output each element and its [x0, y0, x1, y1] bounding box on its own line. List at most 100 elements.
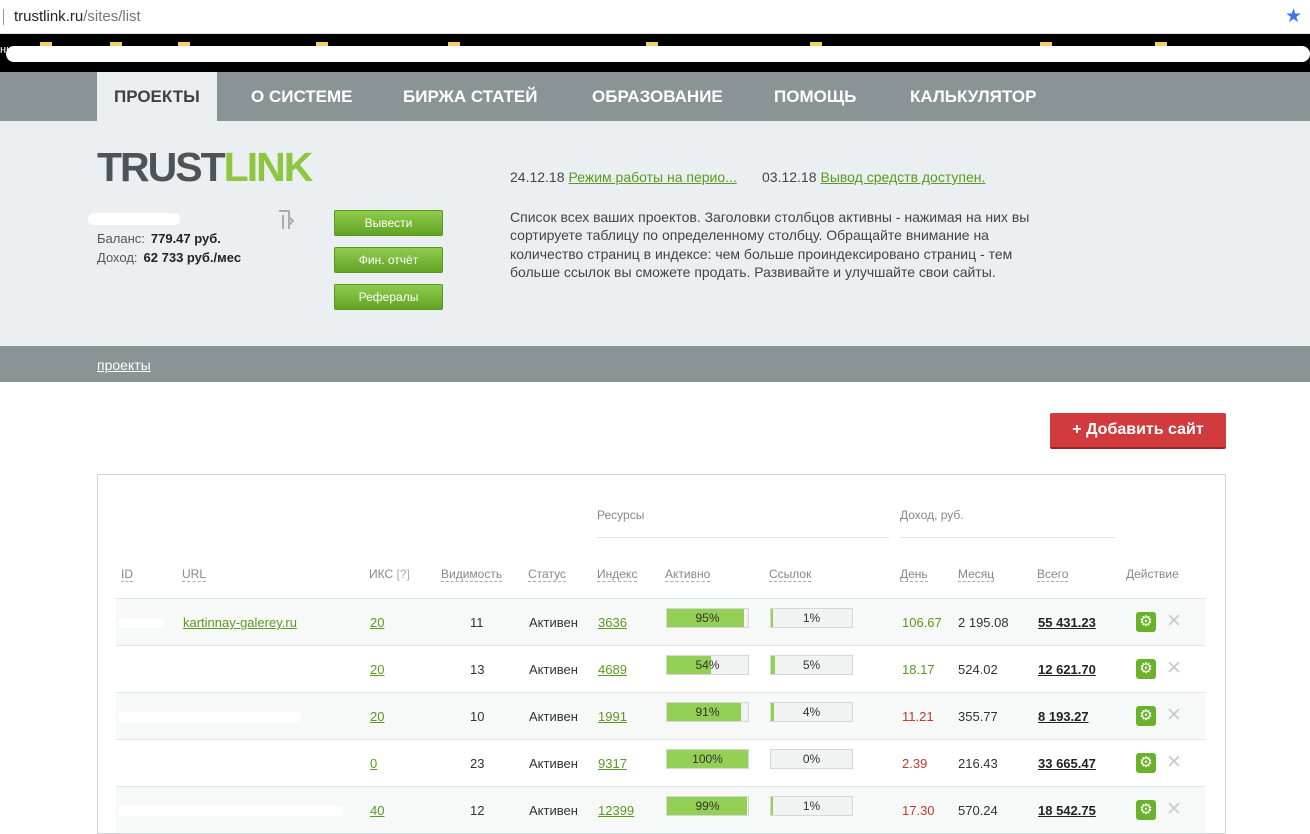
- nav-item-article-exchange[interactable]: БИРЖА СТАТЕЙ: [386, 72, 554, 121]
- total-income-link[interactable]: 18 542.75: [1038, 803, 1096, 818]
- nav-item-about[interactable]: О СИСТЕМЕ: [234, 72, 370, 121]
- visibility-value: 23: [470, 756, 485, 771]
- table-row: 0 23 Активен 9317 100% 0% 2.39 216.43 33…: [116, 739, 1206, 786]
- balance-value: 779.47 руб.: [150, 231, 221, 246]
- total-income-link[interactable]: 12 621.70: [1038, 662, 1096, 677]
- col-header-links[interactable]: Ссылок: [769, 567, 812, 582]
- table-row: 20 13 Активен 4689 54% 5% 18.17 524.02 1…: [116, 645, 1206, 692]
- group-header-resources: Ресурсы: [597, 508, 645, 522]
- active-progress: 95%: [666, 608, 749, 628]
- close-icon[interactable]: ✕: [1166, 751, 1182, 774]
- logout-icon[interactable]: [276, 209, 296, 231]
- url-redacted: [118, 665, 218, 675]
- balance-line: Баланс: 779.47 руб.: [97, 231, 221, 246]
- total-income-link[interactable]: 33 665.47: [1038, 756, 1096, 771]
- month-income: 355.77: [958, 709, 998, 724]
- nav-item-education[interactable]: ОБРАЗОВАНИЕ: [575, 72, 740, 121]
- index-link[interactable]: 1991: [598, 709, 627, 724]
- gear-icon[interactable]: ⚙: [1136, 706, 1156, 726]
- referrals-button[interactable]: Рефералы: [334, 284, 443, 310]
- group-divider: [597, 537, 889, 538]
- site-url-link[interactable]: kartinnay-galerey.ru: [183, 615, 297, 630]
- trustlink-logo[interactable]: TRUSTLINK: [97, 147, 313, 188]
- active-progress: 99%: [666, 796, 749, 816]
- col-header-day[interactable]: День: [900, 567, 928, 582]
- month-income: 2 195.08: [958, 615, 1009, 630]
- account-header: TRUSTLINK Баланс: 779.47 руб. Доход: 62 73…: [0, 121, 1310, 346]
- close-icon[interactable]: ✕: [1166, 610, 1182, 633]
- day-income: 17.30: [902, 803, 935, 818]
- url-redacted: [118, 712, 302, 722]
- col-header-id[interactable]: ID: [121, 567, 133, 582]
- index-link[interactable]: 12399: [598, 803, 634, 818]
- day-income: 2.39: [902, 756, 928, 771]
- total-income-link[interactable]: 55 431.23: [1038, 615, 1096, 630]
- news-item: 24.12.18 Режим работы на перио...: [510, 169, 737, 185]
- bookmarks-redaction: [6, 46, 1310, 62]
- news-link[interactable]: Вывод средств доступен.: [821, 169, 986, 185]
- nav-item-projects[interactable]: ПРОЕКТЫ: [97, 72, 217, 121]
- col-header-total[interactable]: Всего: [1037, 567, 1069, 582]
- status-value: Активен: [529, 756, 578, 771]
- month-income: 216.43: [958, 756, 998, 771]
- col-header-active[interactable]: Активно: [665, 567, 711, 582]
- fin-report-button[interactable]: Фин. отчёт: [334, 247, 443, 273]
- day-income: 11.21: [902, 709, 934, 724]
- gear-icon[interactable]: ⚙: [1136, 659, 1156, 679]
- links-progress: 0%: [770, 749, 853, 769]
- news-item: 03.12.18 Вывод средств доступен.: [762, 169, 986, 185]
- iks-link[interactable]: 20: [370, 615, 384, 630]
- visibility-value: 13: [470, 662, 485, 677]
- visibility-value: 12: [470, 803, 485, 818]
- index-link[interactable]: 4689: [598, 662, 627, 677]
- month-income: 524.02: [958, 662, 998, 677]
- iks-help-link[interactable]: [?]: [397, 567, 410, 581]
- url-text[interactable]: trustlink.ru/sites/list: [14, 8, 141, 25]
- col-header-status[interactable]: Статус: [528, 567, 566, 582]
- total-income-link[interactable]: 8 193.27: [1038, 709, 1089, 724]
- table-row: 20 10 Активен 1991 91% 4% 11.21 355.77 8…: [116, 692, 1206, 739]
- address-bar[interactable]: trustlink.ru/sites/list ★: [0, 0, 1310, 34]
- month-income: 570.24: [958, 803, 998, 818]
- status-value: Активен: [529, 662, 578, 677]
- index-link[interactable]: 9317: [598, 756, 627, 771]
- bookmark-star-icon[interactable]: ★: [1285, 5, 1302, 28]
- col-header-action: Действие: [1126, 567, 1179, 581]
- income-line: Доход: 62 733 руб./мес: [97, 250, 242, 265]
- address-bar-edge: [3, 9, 4, 25]
- gear-icon[interactable]: ⚙: [1136, 753, 1156, 773]
- col-header-index[interactable]: Индекс: [597, 567, 638, 582]
- gear-icon[interactable]: ⚙: [1136, 800, 1156, 820]
- day-income: 18.17: [902, 662, 935, 677]
- nav-item-calculator[interactable]: КАЛЬКУЛЯТОР: [893, 72, 1053, 121]
- links-progress: 1%: [770, 796, 853, 816]
- url-redacted: [118, 759, 268, 769]
- active-progress: 91%: [666, 702, 749, 722]
- income-value: 62 733 руб./мес: [143, 250, 242, 265]
- col-header-iks[interactable]: ИКС [?]: [369, 567, 410, 581]
- col-header-month[interactable]: Месяц: [958, 567, 995, 582]
- table-row: kartinnay-galerey.ru 20 11 Активен 3636 …: [116, 598, 1206, 645]
- add-site-button[interactable]: + Добавить сайт: [1050, 413, 1226, 449]
- group-divider: [900, 537, 1115, 538]
- news-link[interactable]: Режим работы на перио...: [569, 169, 737, 185]
- iks-link[interactable]: 0: [370, 756, 377, 771]
- id-redacted: [118, 618, 164, 628]
- close-icon[interactable]: ✕: [1166, 704, 1182, 727]
- nav-item-help[interactable]: ПОМОЩЬ: [757, 72, 873, 121]
- iks-link[interactable]: 40: [370, 803, 384, 818]
- close-icon[interactable]: ✕: [1166, 798, 1182, 821]
- iks-link[interactable]: 20: [370, 662, 384, 677]
- close-icon[interactable]: ✕: [1166, 657, 1182, 680]
- breadcrumb-projects[interactable]: проекты: [97, 357, 151, 373]
- col-header-url[interactable]: URL: [182, 567, 207, 582]
- index-link[interactable]: 3636: [598, 615, 627, 630]
- withdraw-button[interactable]: Вывести: [334, 210, 443, 236]
- day-income: 106.67: [902, 615, 942, 630]
- group-header-income: Доход, руб.: [900, 508, 964, 522]
- col-header-visibility[interactable]: Видимость: [441, 567, 503, 582]
- status-value: Активен: [529, 803, 578, 818]
- active-progress: 100%: [666, 749, 749, 769]
- gear-icon[interactable]: ⚙: [1136, 612, 1156, 632]
- iks-link[interactable]: 20: [370, 709, 384, 724]
